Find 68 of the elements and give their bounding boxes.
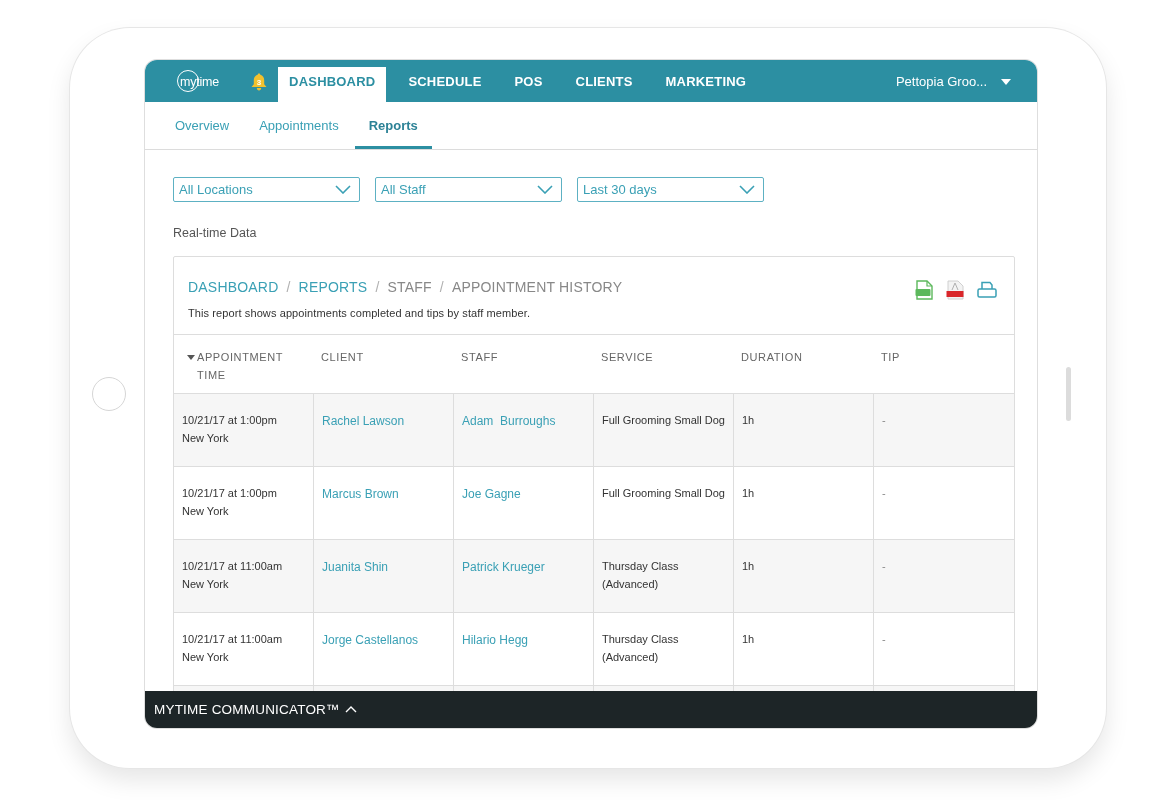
- client-link[interactable]: Jorge Castellanos: [322, 633, 419, 647]
- breadcrumb-separator: /: [286, 278, 291, 297]
- breadcrumb-separator: /: [375, 278, 380, 297]
- column-header[interactable]: APPOINTMENT TIME: [197, 348, 297, 384]
- table-cell: 1h: [734, 540, 874, 612]
- notification-button[interactable]: 3: [251, 67, 268, 102]
- filter-dropdown[interactable]: All Staff: [375, 177, 562, 202]
- breadcrumb-link[interactable]: REPORTS: [298, 277, 368, 297]
- column-header[interactable]: STAFF: [461, 348, 498, 366]
- subnav-tab[interactable]: Overview: [161, 102, 244, 149]
- caret-icon: [1001, 78, 1011, 85]
- realtime-label: Real-time Data: [173, 225, 258, 241]
- print-icon[interactable]: [977, 281, 997, 299]
- filter-dropdown[interactable]: Last 30 days: [577, 177, 764, 202]
- file-export-icon[interactable]: [946, 280, 964, 300]
- staff-link[interactable]: Patrick Krueger: [462, 560, 545, 574]
- staff-link[interactable]: Joe Gagne: [462, 487, 521, 501]
- table-cell: Full Grooming Small Dog: [594, 394, 734, 466]
- table-cell-text: -: [881, 632, 887, 647]
- staff-link[interactable]: Adam Burroughs: [462, 414, 556, 428]
- sort-caret-icon[interactable]: [187, 355, 195, 360]
- nav-tab[interactable]: CLIENTS: [564, 67, 644, 102]
- communicator-toggle[interactable]: MYTIME COMMUNICATOR™: [154, 702, 357, 717]
- account-menu[interactable]: Pettopia Groo...: [895, 67, 1011, 102]
- table-cell: 1h: [734, 394, 874, 466]
- chevron-down-icon: [739, 185, 755, 194]
- table-cell-text: -: [881, 413, 887, 428]
- bell-icon: [251, 72, 268, 91]
- table-cell: Thursday Class (Advanced): [594, 613, 734, 685]
- nav-tab[interactable]: POS: [503, 67, 554, 102]
- table-cell: 1h: [734, 613, 874, 685]
- location-name: New York: [182, 650, 230, 665]
- location-name: New York: [182, 504, 230, 519]
- report-description: This report shows appointments completed and tips by staff member.: [188, 306, 532, 321]
- filter-dropdown[interactable]: All Locations: [173, 177, 360, 202]
- breadcrumb-link[interactable]: DASHBOARD: [188, 277, 279, 297]
- breadcrumb-separator: /: [439, 278, 444, 297]
- subnav-tab[interactable]: Reports: [354, 102, 432, 149]
- column-header[interactable]: SERVICE: [601, 348, 654, 366]
- table-cell: Full Grooming Small Dog: [594, 467, 734, 539]
- appointment-time: 10/21/17 at 11:00am: [182, 632, 284, 647]
- client-link[interactable]: Juanita Shin: [322, 560, 389, 574]
- client-link[interactable]: Marcus Brown: [322, 487, 399, 501]
- appointment-time: 10/21/17 at 1:00pm: [182, 486, 278, 501]
- nav-tab[interactable]: MARKETING: [654, 67, 758, 102]
- side-slot-icon: [1066, 367, 1071, 421]
- column-header[interactable]: DURATION: [741, 348, 803, 366]
- appointment-time: 10/21/17 at 11:00am: [182, 559, 284, 574]
- subnav-tab[interactable]: Appointments: [245, 102, 353, 149]
- column-header[interactable]: TIP: [881, 348, 900, 366]
- nav-tab[interactable]: DASHBOARD: [278, 67, 387, 102]
- chevron-down-icon: [335, 185, 351, 194]
- breadcrumb-item: APPOINTMENT HISTORY: [451, 278, 623, 297]
- chevron-down-icon: [537, 185, 553, 194]
- location-name: New York: [182, 577, 230, 592]
- client-link[interactable]: Rachel Lawson: [322, 414, 405, 428]
- logo[interactable]: mytime: [177, 67, 220, 102]
- staff-link[interactable]: Hilario Hegg: [462, 633, 529, 647]
- column-header[interactable]: CLIENT: [321, 348, 364, 366]
- breadcrumb-item: STAFF: [387, 278, 432, 297]
- chevron-up-icon: [344, 706, 357, 713]
- location-name: New York: [182, 431, 230, 446]
- appointment-time: 10/21/17 at 1:00pm: [182, 413, 278, 428]
- nav-tab[interactable]: SCHEDULE: [397, 67, 493, 102]
- table-cell-text: -: [881, 486, 887, 501]
- table-cell: 1h: [734, 467, 874, 539]
- table-cell-text: -: [881, 559, 887, 574]
- table-cell: Thursday Class (Advanced): [594, 540, 734, 612]
